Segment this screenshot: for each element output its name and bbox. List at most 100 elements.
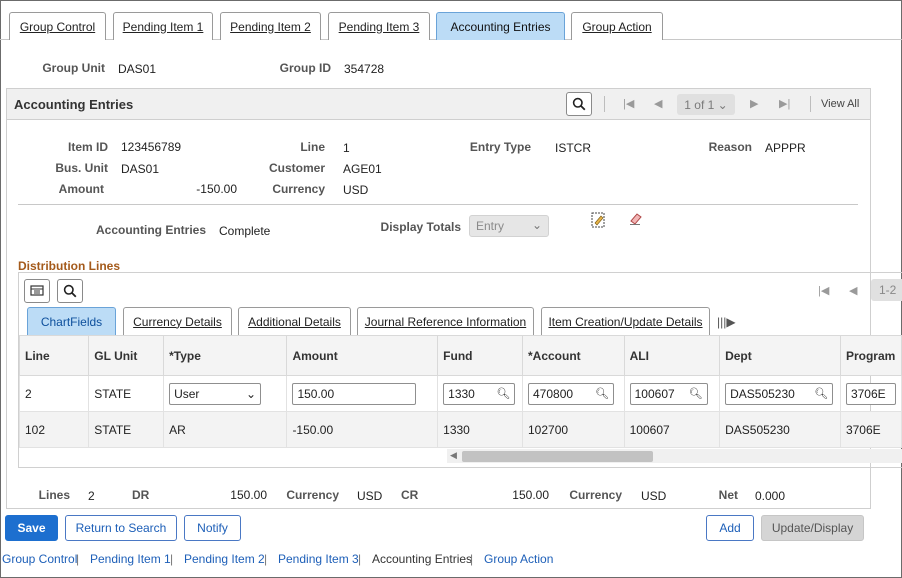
grid-first-page-icon[interactable]: |◀ xyxy=(818,284,829,297)
cr-label: CR xyxy=(401,488,419,502)
search-icon[interactable] xyxy=(566,92,592,116)
cell-ali: 100607 xyxy=(623,411,721,448)
first-page-icon[interactable]: |◀ xyxy=(623,97,634,110)
col-fund: Fund xyxy=(437,335,523,376)
add-button[interactable]: Add xyxy=(706,515,754,541)
grid-personalize-icon[interactable] xyxy=(24,279,50,303)
chevron-down-icon: ⌄ xyxy=(531,218,542,232)
footer-link-group-control[interactable]: Group Control xyxy=(2,552,77,566)
lines-value: 2 xyxy=(88,489,95,503)
program-input[interactable]: 3706E xyxy=(845,382,896,405)
cell-fund: 1330 🔍︎ xyxy=(437,375,523,412)
return-to-search-button[interactable]: Return to Search xyxy=(65,515,177,541)
tab-pending-item-3[interactable]: Pending Item 3 xyxy=(328,12,430,40)
footer-link-pending-item-1[interactable]: Pending Item 1 xyxy=(90,552,171,566)
eraser-icon[interactable] xyxy=(628,212,644,229)
grid-previous-icon[interactable]: ◀ xyxy=(849,284,857,297)
group-id-value: 354728 xyxy=(344,62,385,76)
ali-input[interactable]: 100607 🔍︎ xyxy=(629,382,708,405)
cell-program: 3706E xyxy=(839,375,902,412)
cell-amount: -150.00 xyxy=(286,411,439,448)
subtab-journal-reference[interactable]: Journal Reference Information xyxy=(357,307,534,335)
dr-label: DR xyxy=(132,488,150,502)
cr-value: 150.00 xyxy=(512,488,549,502)
footer-separator: | xyxy=(264,552,268,566)
col-amount: Amount xyxy=(286,335,439,376)
show-all-columns-icon[interactable]: |||▶ xyxy=(717,315,736,329)
tab-group-control[interactable]: Group Control xyxy=(9,12,106,40)
reason-value: APPPR xyxy=(765,141,806,155)
previous-icon[interactable]: ◀ xyxy=(654,97,662,110)
save-button[interactable]: Save xyxy=(5,515,58,541)
chevron-down-icon: ⌄ xyxy=(717,97,728,112)
row-pager-select[interactable]: 1 of 1 ⌄ xyxy=(677,94,735,115)
footer-link-pending-item-2[interactable]: Pending Item 2 xyxy=(184,552,265,566)
amount-input-value: 150.00 xyxy=(297,386,335,401)
cell-account: 470800 🔍︎ xyxy=(522,375,625,412)
divider xyxy=(604,96,605,112)
lookup-icon[interactable]: 🔍︎ xyxy=(496,387,510,400)
footer-separator: | xyxy=(76,552,80,566)
cell-type: AR xyxy=(163,411,288,448)
currency-value: USD xyxy=(343,183,369,197)
view-all-link[interactable]: View All xyxy=(821,98,859,110)
dept-input[interactable]: DAS505230 🔍︎ xyxy=(725,382,834,405)
scrollbar-thumb[interactable] xyxy=(462,451,653,462)
entry-type-value: ISTCR xyxy=(555,141,591,155)
col-account: *Account xyxy=(522,335,625,376)
tab-pending-item-2[interactable]: Pending Item 2 xyxy=(220,12,321,40)
subtab-chartfields[interactable]: ChartFields xyxy=(27,307,116,335)
dr-value: 150.00 xyxy=(230,488,267,502)
dr-currency-label: Currency xyxy=(286,488,339,502)
top-tab-bar: Group Control Pending Item 1 Pending Ite… xyxy=(0,0,902,40)
display-totals-label: Display Totals xyxy=(380,220,461,234)
col-type: *Type xyxy=(163,335,288,376)
footer-separator: | xyxy=(358,552,362,566)
entry-type-label: Entry Type xyxy=(469,140,531,154)
cell-fund: 1330 xyxy=(437,411,523,448)
cell-line: 2 xyxy=(18,375,90,412)
net-label: Net xyxy=(718,488,738,502)
net-value: 0.000 xyxy=(755,489,786,503)
accounting-entries-status-label: Accounting Entries xyxy=(95,223,206,237)
reason-label: Reason xyxy=(708,140,752,154)
subtab-currency-details[interactable]: Currency Details xyxy=(123,307,232,335)
next-icon[interactable]: ▶ xyxy=(750,97,758,110)
cr-currency-label: Currency xyxy=(569,488,622,502)
subtab-additional-details[interactable]: Additional Details xyxy=(238,307,351,335)
cell-dept: DAS505230 xyxy=(719,411,841,448)
footer-link-group-action[interactable]: Group Action xyxy=(484,552,553,566)
type-select[interactable]: User ⌄ xyxy=(169,382,262,405)
lookup-icon[interactable]: 🔍︎ xyxy=(814,387,828,400)
tab-group-action[interactable]: Group Action xyxy=(571,12,663,40)
account-input[interactable]: 470800 🔍︎ xyxy=(528,382,614,405)
col-line: Line xyxy=(18,335,90,376)
amount-label: Amount xyxy=(58,182,104,196)
subtab-item-creation[interactable]: Item Creation/Update Details xyxy=(541,307,710,335)
dr-currency-value: USD xyxy=(357,489,383,503)
group-id-label: Group ID xyxy=(279,61,331,75)
grid-search-icon[interactable] xyxy=(57,279,83,303)
edit-notes-icon[interactable] xyxy=(591,212,606,232)
tab-pending-item-1[interactable]: Pending Item 1 xyxy=(113,12,213,40)
group-unit-label: Group Unit xyxy=(42,61,105,75)
amount-value: -150.00 xyxy=(196,182,237,196)
notify-button[interactable]: Notify xyxy=(184,515,241,541)
col-gl-unit: GL Unit xyxy=(88,335,165,376)
tab-accounting-entries[interactable]: Accounting Entries xyxy=(436,12,565,40)
footer-link-pending-item-3[interactable]: Pending Item 3 xyxy=(278,552,359,566)
grid-range-indicator: 1-2 o xyxy=(871,279,902,301)
customer-label: Customer xyxy=(268,161,325,175)
lookup-icon[interactable]: 🔍︎ xyxy=(595,387,609,400)
fund-input[interactable]: 1330 🔍︎ xyxy=(443,382,516,405)
cell-type: User ⌄ xyxy=(163,375,288,412)
lookup-icon[interactable]: 🔍︎ xyxy=(689,387,703,400)
account-input-value: 470800 xyxy=(533,386,574,401)
amount-input[interactable]: 150.00 xyxy=(292,382,417,405)
ali-input-value: 100607 xyxy=(634,386,675,401)
scroll-left-icon[interactable]: ◀ xyxy=(450,450,457,461)
last-page-icon[interactable]: ▶| xyxy=(779,97,790,110)
table-header-row: Line GL Unit *Type Amount Fund *Account … xyxy=(18,335,902,376)
accounting-entries-header xyxy=(6,88,871,120)
col-dept: Dept xyxy=(719,335,841,376)
